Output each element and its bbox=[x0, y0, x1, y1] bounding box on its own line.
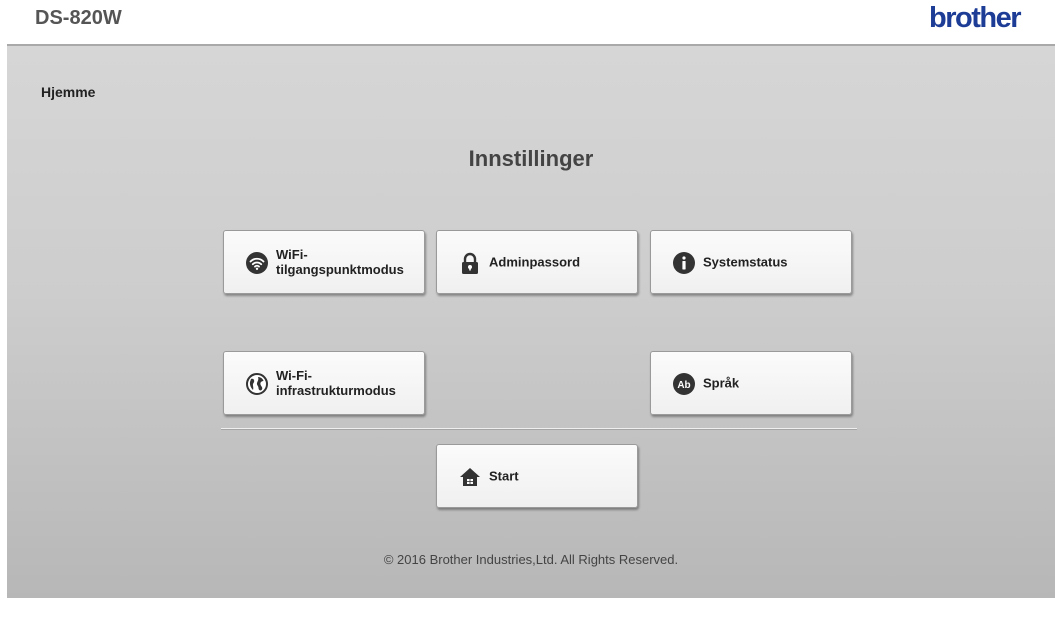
wifi-infrastructure-mode-button[interactable]: Wi-Fi- infrastrukturmodus bbox=[223, 351, 425, 415]
page-title: Innstillinger bbox=[468, 146, 594, 171]
wifi-infrastructure-mode-label: Wi-Fi- infrastrukturmodus bbox=[276, 368, 396, 398]
globe-icon bbox=[246, 373, 268, 395]
section-divider bbox=[221, 428, 857, 430]
wifi-icon bbox=[246, 252, 268, 274]
wifi-ap-mode-button[interactable]: WiFi- tilgangspunktmodus bbox=[223, 230, 425, 294]
home-icon bbox=[460, 468, 480, 486]
info-icon bbox=[673, 252, 695, 274]
top-header: DS-820W brother bbox=[0, 0, 1055, 44]
wifi-ap-mode-label: WiFi- tilgangspunktmodus bbox=[276, 247, 404, 277]
admin-password-label: Adminpassord bbox=[489, 254, 581, 270]
svg-text:Ab: Ab bbox=[677, 380, 690, 391]
model-name: DS-820W bbox=[35, 7, 122, 29]
lock-icon bbox=[462, 252, 478, 274]
language-button[interactable]: Ab Språk bbox=[650, 351, 852, 415]
admin-password-button[interactable]: Adminpassord bbox=[436, 230, 638, 294]
copyright-footer: © 2016 Brother Industries,Ltd. All Right… bbox=[383, 552, 679, 567]
breadcrumb-home[interactable]: Hjemme bbox=[41, 84, 95, 100]
settings-panel: Hjemme Innstillinger WiFi- tilgangspunkt… bbox=[7, 44, 1055, 598]
language-icon: Ab bbox=[673, 373, 695, 395]
system-status-button[interactable]: Systemstatus bbox=[650, 230, 852, 294]
system-status-label: Systemstatus bbox=[703, 254, 788, 270]
brother-logo: brother bbox=[929, 2, 1022, 34]
start-button[interactable]: Start bbox=[436, 444, 638, 508]
start-label: Start bbox=[489, 468, 519, 484]
language-label: Språk bbox=[703, 375, 740, 391]
